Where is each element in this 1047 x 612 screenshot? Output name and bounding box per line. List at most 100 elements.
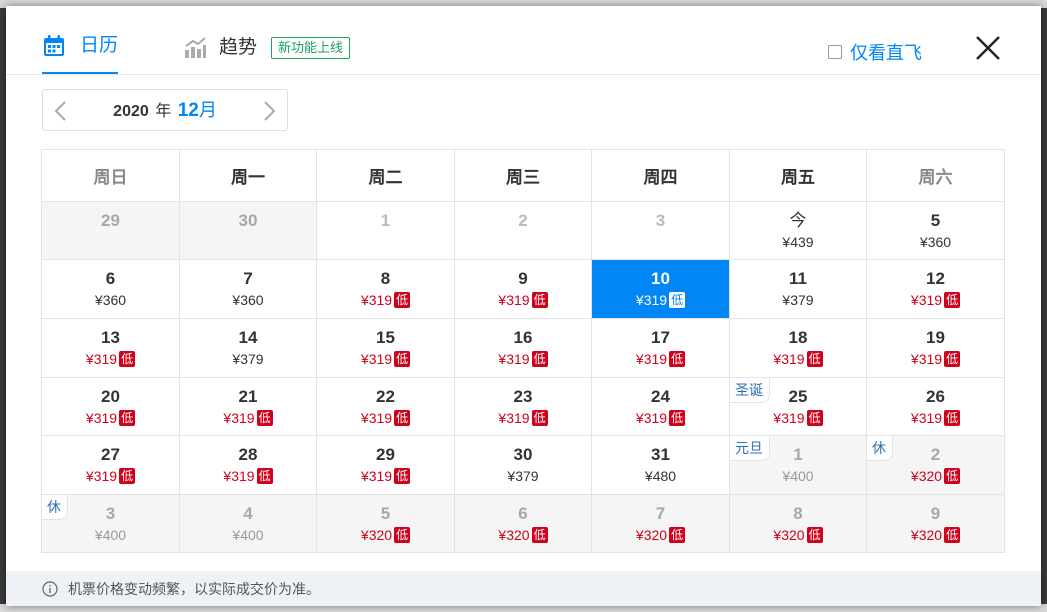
calendar-day-cell[interactable]: 23 ¥319 低 [455,378,592,436]
price-row: ¥319 低 [42,350,179,367]
day-number: 11 [789,269,807,288]
day-number: 15 [376,328,395,347]
calendar-day-cell[interactable]: 9 ¥320 低 [867,495,1005,553]
calendar-day-cell[interactable]: 24 ¥319 低 [592,378,730,436]
price-row: ¥319 低 [317,409,454,426]
calendar-day-cell[interactable]: 21 ¥319 低 [180,378,317,436]
calendar-day-cell[interactable]: 4 ¥400 [180,495,317,553]
price-row: ¥319 低 [317,291,454,308]
calendar-day-cell[interactable]: 8 ¥320 低 [730,495,867,553]
fare-price: ¥319 [635,350,668,367]
price-row: ¥480 [592,467,729,484]
calendar-day-cell[interactable]: 12 ¥319 低 [867,260,1005,319]
fare-price: ¥319 [85,467,118,484]
calendar-day-cell[interactable]: 22 ¥319 低 [317,378,455,436]
day-number: 5 [380,504,391,523]
calendar-day-cell[interactable]: 8 ¥319 低 [317,260,455,319]
weekday-header: 周四 [592,150,730,202]
direct-only-checkbox[interactable] [828,45,842,59]
calendar-day-cell[interactable]: 18 ¥319 低 [730,319,867,378]
calendar-day-cell[interactable]: 31 ¥480 [592,436,730,495]
low-price-badge: 低 [119,467,136,484]
low-price-badge: 低 [119,409,136,426]
direct-only-label[interactable]: 仅看直飞 [850,39,922,65]
calendar-day-cell[interactable]: 26 ¥319 低 [867,378,1005,436]
price-row: ¥320 低 [867,526,1004,543]
fare-price: ¥320 [910,467,943,484]
calendar-day-cell-selected[interactable]: 10 ¥319 低 [592,260,730,319]
calendar-day-cell[interactable]: 今 ¥439 [730,202,867,260]
low-price-badge: 低 [944,467,961,484]
calendar-day-cell[interactable]: 30 [180,202,317,260]
calendar-day-cell[interactable]: 7 ¥320 低 [592,495,730,553]
calendar-icon [44,35,64,56]
today-label: 今 [789,211,807,230]
day-number: 1 [380,211,391,230]
calendar-day-cell[interactable]: 29 [42,202,180,260]
price-row: ¥319 低 [867,409,1004,426]
tab-bar: 日历 趋势 新功能上线 仅看直飞 [6,6,1041,75]
calendar-day-cell[interactable]: 6 ¥360 [42,260,180,319]
fare-price: ¥319 [360,350,393,367]
price-row: ¥400 [180,526,316,543]
fare-price: ¥319 [223,409,255,426]
day-number: 4 [243,504,253,523]
calendar-day-cell[interactable]: 20 ¥319 低 [42,378,180,436]
low-price-badge: 低 [944,526,961,543]
calendar-day-cell[interactable]: 13 ¥319 低 [42,319,180,378]
weekday-header: 周六 [867,150,1005,202]
calendar-day-cell[interactable]: 5 ¥360 [867,202,1005,260]
calendar-day-cell[interactable]: 19 ¥319 低 [867,319,1005,378]
fare-price: ¥439 [782,233,814,250]
calendar-day-cell[interactable]: 圣诞 25 ¥319 低 [730,378,867,436]
calendar-day-cell[interactable]: 29 ¥319 低 [317,436,455,495]
calendar-day-cell[interactable]: 28 ¥319 低 [180,436,317,495]
calendar-day-cell[interactable]: 27 ¥319 低 [42,436,180,495]
fare-price: ¥320 [635,526,668,543]
calendar-day-cell[interactable]: 休 2 ¥320 低 [867,436,1005,495]
day-number: 18 [788,328,808,347]
day-number: 14 [238,328,258,347]
calendar-day-cell[interactable]: 16 ¥319 低 [455,319,592,378]
day-number: 30 [513,445,533,464]
low-price-badge: 低 [806,526,823,543]
calendar-day-cell[interactable]: 15 ¥319 低 [317,319,455,378]
calendar-day-cell[interactable]: 30 ¥379 [455,436,592,495]
low-price-badge: 低 [531,526,548,543]
tab-trend[interactable]: 趋势 新功能上线 [183,36,351,60]
price-row: ¥360 [180,291,316,308]
calendar-day-cell[interactable]: 元旦 1 ¥400 [730,436,867,495]
fare-price: ¥320 [910,526,943,543]
low-price-badge: 低 [669,350,686,367]
calendar-day-cell[interactable]: 14 ¥379 [180,319,317,378]
fare-price: ¥319 [910,291,943,308]
calendar-day-cell[interactable]: 17 ¥319 低 [592,319,730,378]
close-icon[interactable] [974,34,1002,62]
info-icon [42,580,58,597]
weekday-header: 周一 [180,150,317,202]
tab-calendar[interactable]: 日历 [42,34,119,74]
calendar-day-cell[interactable]: 5 ¥320 低 [317,495,455,553]
day-number: 7 [243,269,253,288]
calendar-day-cell[interactable]: 休 3 ¥400 [42,495,180,553]
price-row: ¥400 [730,467,866,484]
day-number: 29 [101,211,120,230]
calendar-day-cell[interactable]: 6 ¥320 低 [455,495,592,553]
calendar-day-cell[interactable]: 9 ¥319 低 [455,260,592,319]
holiday-tag: 圣诞 [730,378,770,403]
price-row: ¥319 低 [730,350,866,367]
footer-note-bar: 机票价格变动频繁，以实际成交价为准。 [6,571,1041,606]
price-row: ¥319 低 [317,350,454,367]
chevron-right-icon[interactable] [259,100,279,122]
calendar-grid: 周日 周一 周二 周三 周四 周五 周六 29 30 1 2 3 今 ¥439 5… [41,149,1005,553]
fare-price: ¥319 [223,467,255,484]
holiday-tag: 休 [867,436,893,461]
price-row: ¥319 低 [180,409,316,426]
day-number: 9 [930,504,941,523]
direct-only-toggle[interactable]: 仅看直飞 [828,39,922,65]
calendar-day-cell[interactable]: 7 ¥360 [180,260,317,319]
calendar-day-cell[interactable]: 11 ¥379 [730,260,867,319]
fare-price: ¥319 [635,409,668,426]
day-number: 31 [651,445,670,464]
day-number: 21 [238,387,258,406]
